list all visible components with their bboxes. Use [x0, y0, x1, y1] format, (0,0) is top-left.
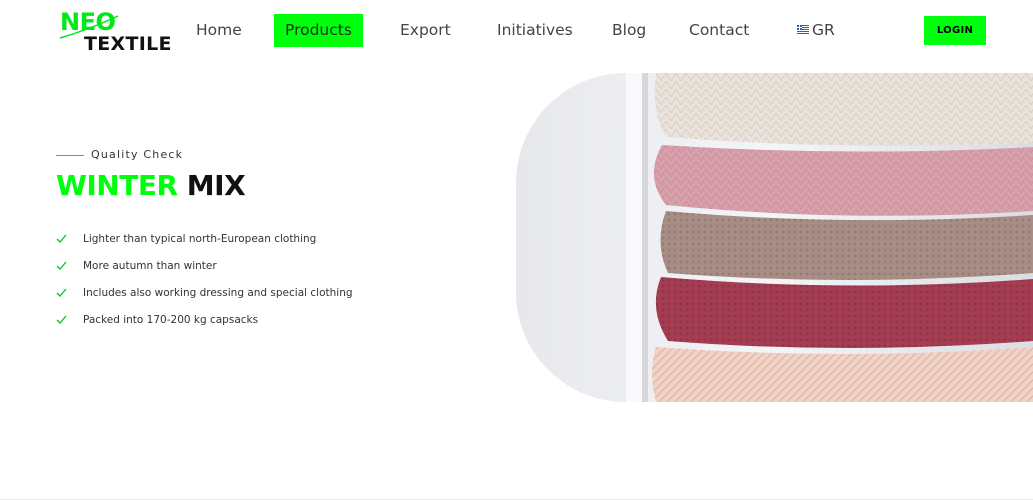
check-icon: [56, 315, 67, 324]
language-label: GR: [812, 21, 835, 39]
section-title: WINTER MIX: [56, 168, 246, 204]
feature-text: Packed into 170-200 kg capsacks: [83, 314, 259, 326]
title-highlight: WINTER: [56, 169, 178, 202]
feature-text: Includes also working dressing and speci…: [83, 287, 353, 299]
greek-flag-icon: [797, 25, 809, 34]
nav-blog[interactable]: Blog: [612, 14, 646, 47]
language-switcher[interactable]: GR: [797, 14, 835, 47]
nav-initiatives[interactable]: Initiatives: [497, 14, 573, 47]
list-item: Includes also working dressing and speci…: [56, 285, 353, 312]
eyebrow-label: Quality Check: [91, 148, 184, 161]
login-button[interactable]: LOGIN: [924, 16, 986, 45]
sweaters-illustration: [516, 73, 1033, 402]
feature-text: Lighter than typical north-European clot…: [83, 233, 317, 245]
list-item: More autumn than winter: [56, 258, 353, 285]
nav-home[interactable]: Home: [196, 14, 242, 47]
eyebrow-divider: [56, 155, 84, 156]
check-icon: [56, 288, 67, 297]
check-icon: [56, 234, 67, 243]
brand-name-line2: TEXTILE: [84, 33, 172, 55]
feature-text: More autumn than winter: [83, 260, 217, 272]
nav-contact[interactable]: Contact: [689, 14, 749, 47]
nav-products[interactable]: Products: [274, 14, 363, 47]
nav-export[interactable]: Export: [400, 14, 451, 47]
check-icon: [56, 261, 67, 270]
brand-logo[interactable]: NEO TEXTILE: [58, 8, 178, 55]
brand-name-line1: NEO: [60, 8, 116, 36]
title-rest: MIX: [186, 169, 246, 202]
stacked-knitted-sweaters-image: [516, 73, 1033, 402]
feature-list: Lighter than typical north-European clot…: [56, 231, 353, 339]
list-item: Lighter than typical north-European clot…: [56, 231, 353, 258]
list-item: Packed into 170-200 kg capsacks: [56, 312, 353, 339]
